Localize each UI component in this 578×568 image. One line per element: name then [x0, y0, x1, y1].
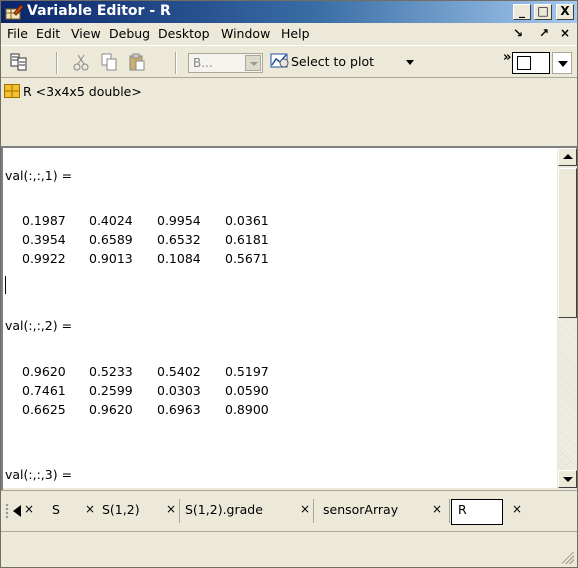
close-tab-icon[interactable]: ×: [512, 502, 522, 516]
combo-value: B...: [193, 56, 213, 70]
cell: 0.5197: [225, 364, 269, 379]
scroll-down-icon[interactable]: [558, 470, 577, 488]
close-tab-icon[interactable]: ×: [24, 502, 34, 516]
cell: 0.6963: [157, 402, 201, 417]
close-tab-icon[interactable]: ×: [85, 502, 95, 516]
cell: 0.7461: [22, 383, 66, 398]
plot-dropdown-icon[interactable]: [406, 60, 414, 65]
scroll-thumb[interactable]: [558, 168, 577, 318]
cell: 0.6625: [22, 402, 66, 417]
tab-s-1-2[interactable]: S(1,2): [102, 502, 140, 524]
cell: 0.9013: [89, 251, 133, 266]
cell: 0.9620: [89, 402, 133, 417]
grip-icon: [5, 503, 9, 519]
variable-header: R <3x4x5 double>: [1, 77, 577, 105]
document-tab-strip: × S × S(1,2) × S(1,2).grade × sensorArra…: [1, 490, 577, 530]
layout-button[interactable]: [512, 52, 550, 74]
cell: 0.9922: [22, 251, 66, 266]
cell: 0.1987: [22, 213, 66, 228]
import-data-icon[interactable]: [9, 52, 29, 72]
cell: 0.5233: [89, 364, 133, 379]
vertical-scrollbar[interactable]: [558, 148, 577, 490]
variable-editor-icon: [5, 4, 23, 20]
text-caret: [5, 276, 6, 294]
tab-s-1-2-grade[interactable]: S(1,2).grade: [185, 502, 263, 524]
select-to-plot-label[interactable]: Select to plot: [291, 54, 374, 69]
slice-header: val(:,:,3) =: [5, 467, 73, 482]
scroll-up-icon[interactable]: [558, 148, 577, 166]
base-variable-combo[interactable]: B...: [188, 53, 263, 73]
chevron-down-icon[interactable]: [245, 55, 261, 71]
cell: 0.8900: [225, 402, 269, 417]
square-icon: [517, 56, 531, 70]
cell: 0.6532: [157, 232, 201, 247]
cell: 0.9620: [22, 364, 66, 379]
cell: 0.9954: [157, 213, 201, 228]
close-panel-icon[interactable]: ×: [560, 26, 570, 40]
tab-r-label: R: [458, 502, 467, 517]
tab-separator: [179, 499, 180, 523]
toolbar-overflow-icon[interactable]: »: [503, 50, 511, 65]
scroll-tabs-left-icon[interactable]: [13, 505, 21, 517]
menu-debug[interactable]: Debug: [109, 26, 150, 41]
slice-header: val(:,:,1) =: [5, 168, 73, 183]
tab-sensorarray[interactable]: sensorArray: [323, 502, 398, 524]
undock-icon[interactable]: ↗: [539, 26, 549, 40]
minimize-button[interactable]: _: [513, 4, 531, 20]
menu-edit[interactable]: Edit: [36, 26, 60, 41]
cell: 0.6181: [225, 232, 269, 247]
tab-separator: [449, 499, 450, 523]
menu-window[interactable]: Window: [221, 26, 270, 41]
cell: 0.5671: [225, 251, 269, 266]
toolbar-separator: [56, 52, 58, 74]
resize-grip-icon[interactable]: [562, 552, 574, 564]
paste-icon[interactable]: [127, 52, 147, 72]
menu-bar: File Edit View Debug Desktop Window Help…: [1, 23, 577, 45]
cut-icon[interactable]: [71, 52, 91, 72]
title-bar[interactable]: Variable Editor - R _ □ X: [1, 1, 577, 23]
close-tab-icon[interactable]: ×: [432, 502, 442, 516]
cell: 0.0590: [225, 383, 269, 398]
window-title: Variable Editor - R: [27, 3, 171, 19]
cell: 0.3954: [22, 232, 66, 247]
status-bar: [1, 531, 577, 567]
tab-s[interactable]: S: [52, 502, 60, 524]
maximize-button[interactable]: □: [534, 4, 552, 20]
cell: 0.1084: [157, 251, 201, 266]
dock-icon[interactable]: ↘: [513, 26, 523, 40]
menu-file[interactable]: File: [7, 26, 28, 41]
close-tab-icon[interactable]: ×: [300, 502, 310, 516]
cell: 0.5402: [157, 364, 201, 379]
tab-separator: [313, 499, 314, 523]
copy-icon[interactable]: [99, 52, 119, 72]
array-display[interactable]: val(:,:,1) = 0.1987 0.4024 0.9954 0.0361…: [3, 148, 557, 488]
menu-help[interactable]: Help: [281, 26, 310, 41]
cell: 0.0361: [225, 213, 269, 228]
cell: 0.2599: [89, 383, 133, 398]
layout-dropdown-icon[interactable]: [552, 52, 572, 74]
array-icon: [4, 84, 20, 98]
cell: 0.0303: [157, 383, 201, 398]
plot-selection-icon[interactable]: [269, 51, 291, 71]
menu-view[interactable]: View: [71, 26, 101, 41]
toolbar: B... Select to plot »: [1, 45, 577, 77]
menu-desktop[interactable]: Desktop: [158, 26, 210, 41]
slice-header: val(:,:,2) =: [5, 318, 73, 333]
tab-r-active[interactable]: R: [451, 499, 503, 525]
variable-label: R <3x4x5 double>: [23, 84, 142, 99]
variable-editor-window: Variable Editor - R _ □ X File Edit View…: [0, 0, 578, 568]
toolbar-separator: [175, 52, 177, 74]
close-button[interactable]: X: [556, 4, 574, 20]
cell: 0.6589: [89, 232, 133, 247]
close-tab-icon[interactable]: ×: [166, 502, 176, 516]
cell: 0.4024: [89, 213, 133, 228]
